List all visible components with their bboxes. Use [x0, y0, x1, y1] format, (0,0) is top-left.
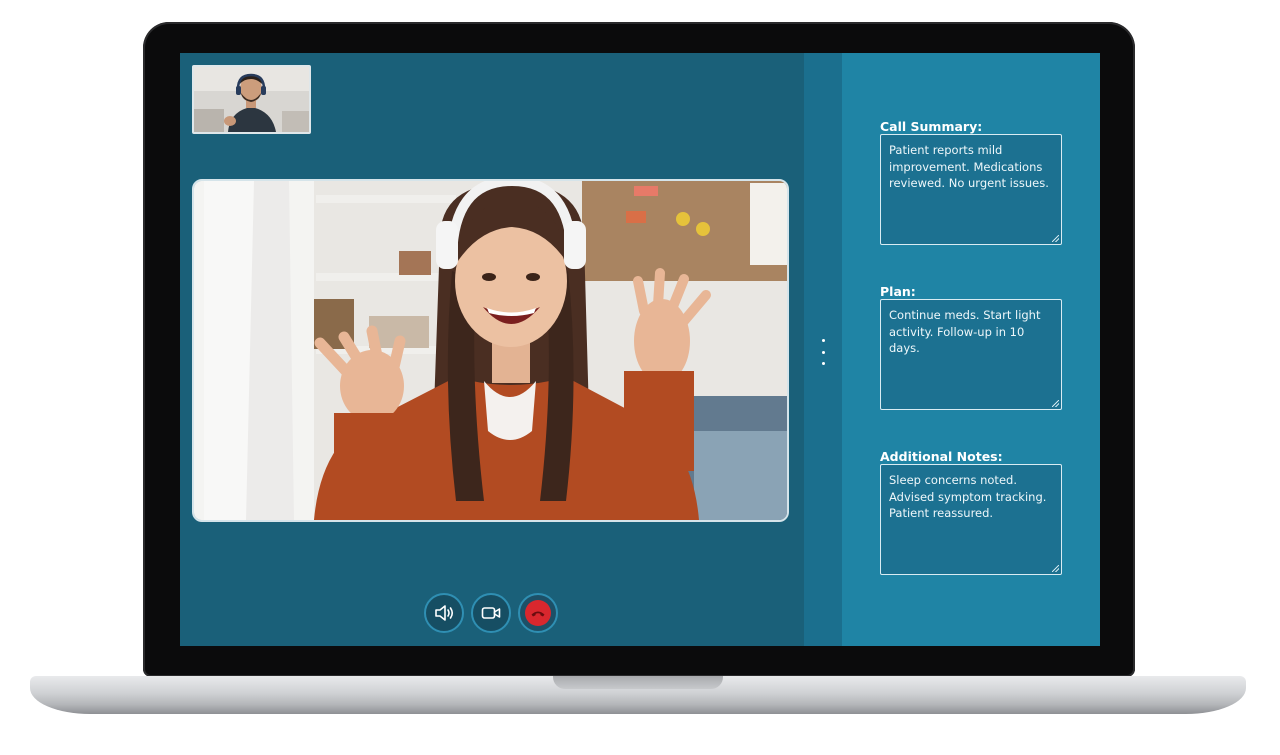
patient-video-image [194, 181, 787, 520]
doctor-video-image [194, 67, 309, 132]
more-options-icon[interactable] [820, 339, 826, 365]
end-call-button[interactable] [518, 593, 558, 633]
laptop-notch [553, 676, 723, 689]
video-call-area [180, 53, 804, 646]
plan-textarea[interactable]: Continue meds. Start light activity. Fol… [880, 299, 1062, 410]
additional-notes-label: Additional Notes: [880, 449, 1003, 464]
resize-handle-icon[interactable] [1052, 400, 1059, 407]
video-camera-icon [481, 607, 501, 619]
telehealth-screen: Call Summary: Patient reports mild impro… [180, 53, 1100, 646]
additional-notes-text: Sleep concerns noted. Advised symptom tr… [889, 473, 1047, 520]
call-summary-group: Call Summary: Patient reports mild impro… [880, 119, 1063, 245]
call-summary-textarea[interactable]: Patient reports mild improvement. Medica… [880, 134, 1062, 245]
call-summary-label: Call Summary: [880, 119, 983, 134]
speaker-icon [435, 605, 454, 621]
main-video[interactable] [192, 179, 789, 522]
resize-handle-icon[interactable] [1052, 565, 1059, 572]
plan-group: Plan: Continue meds. Start light activit… [880, 284, 1063, 410]
call-controls [424, 593, 558, 635]
phone-hangup-icon [531, 611, 545, 617]
resize-handle-icon[interactable] [1052, 235, 1059, 242]
plan-text: Continue meds. Start light activity. Fol… [889, 308, 1041, 355]
end-call-badge [525, 600, 551, 626]
camera-button[interactable] [471, 593, 511, 633]
additional-notes-textarea[interactable]: Sleep concerns noted. Advised symptom tr… [880, 464, 1062, 575]
plan-label: Plan: [880, 284, 916, 299]
self-view-video[interactable] [192, 65, 311, 134]
additional-notes-group: Additional Notes: Sleep concerns noted. … [880, 449, 1063, 575]
notes-panel: Call Summary: Patient reports mild impro… [842, 53, 1100, 646]
call-summary-text: Patient reports mild improvement. Medica… [889, 143, 1049, 190]
speaker-button[interactable] [424, 593, 464, 633]
